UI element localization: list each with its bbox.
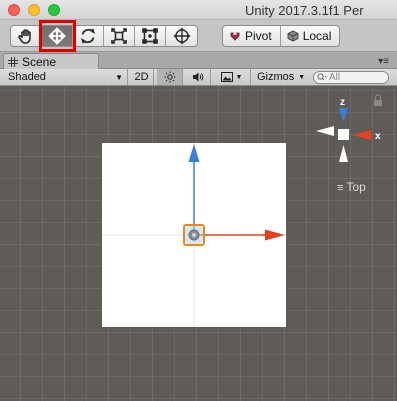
maximize-window-button[interactable] (48, 4, 60, 16)
hand-icon (18, 29, 31, 44)
lock-icon[interactable] (374, 94, 382, 106)
shading-mode-label: Shaded (8, 71, 46, 83)
gizmo-x-cone (352, 130, 371, 140)
transform-tool-button[interactable] (166, 26, 197, 46)
gizmo-z-label: z (340, 97, 345, 108)
title-bar: Unity 2017.3.1f1 Per (0, 0, 397, 20)
effects-dropdown[interactable]: ▼ (213, 69, 251, 85)
rect-icon (142, 28, 158, 44)
grid-icon (8, 56, 18, 67)
hand-tool-button[interactable] (11, 26, 42, 46)
gizmo-z-cone (339, 108, 348, 122)
image-icon (220, 72, 233, 82)
scene-view-toolbar: Shaded ▼ 2D ▼ Gizmos ▼ All (0, 69, 397, 86)
2d-toggle-button[interactable]: 2D (130, 69, 154, 85)
scene-viewport[interactable]: z x ≡ Top (0, 86, 397, 401)
tab-menu-button[interactable]: ▾≡ (378, 56, 389, 67)
lighting-toggle-button[interactable] (157, 69, 183, 85)
dropdown-arrow-icon: ▼ (115, 72, 123, 82)
shading-mode-dropdown[interactable]: Shaded ▼ (0, 69, 128, 85)
gizmo-center-cube (338, 129, 349, 140)
dropdown-arrow-icon: ▼ (235, 73, 243, 81)
transform-tools-group (10, 25, 198, 47)
pivot-label: Pivot (245, 29, 272, 43)
rotate-icon (80, 28, 96, 44)
window-title: Unity 2017.3.1f1 Per (245, 3, 364, 18)
search-placeholder: All (329, 72, 341, 83)
pivot-button[interactable]: Pivot (223, 26, 281, 46)
minimize-window-button[interactable] (28, 4, 40, 16)
gizmo-neg-z-cone (339, 145, 348, 162)
local-button[interactable]: Local (281, 26, 340, 46)
center-move-handle[interactable] (183, 224, 205, 246)
menu-lines-icon: ≡ (337, 182, 344, 194)
tab-scene-label: Scene (22, 54, 57, 69)
view-orientation-label[interactable]: ≡ Top (337, 180, 366, 194)
rect-tool-button[interactable] (135, 26, 166, 46)
gizmo-x-label: x (375, 131, 381, 142)
local-cube-icon (287, 30, 299, 42)
transform-icon (172, 27, 191, 45)
dropdown-arrow-icon: ▼ (298, 73, 306, 81)
speaker-icon (192, 72, 203, 82)
gizmos-dropdown[interactable]: Gizmos ▼ (253, 69, 308, 85)
close-window-button[interactable] (8, 4, 20, 16)
pivot-icon (230, 32, 240, 41)
gizmos-label: Gizmos (257, 71, 295, 83)
pivot-toggle-group: Pivot Local (222, 25, 341, 47)
move-tool-button[interactable] (42, 26, 73, 46)
search-icon (317, 73, 327, 81)
rotate-tool-button[interactable] (73, 26, 104, 46)
move-arrows-icon (48, 27, 66, 45)
z-axis-handle[interactable] (188, 144, 200, 235)
hierarchy-search-input[interactable]: All (313, 71, 389, 84)
gizmo-layer: z x (102, 94, 382, 327)
tab-row: Scene ▾≡ (0, 52, 397, 69)
scale-icon (111, 28, 127, 44)
tab-scene[interactable]: Scene (3, 53, 99, 69)
main-toolbar: Pivot Local (0, 20, 397, 52)
orientation-gizmo[interactable]: z x (316, 97, 381, 162)
sun-icon (164, 71, 175, 83)
gizmo-neg-x-cone (316, 126, 334, 136)
local-label: Local (302, 29, 332, 43)
x-axis-handle[interactable] (194, 229, 285, 241)
view-orientation-text: Top (346, 180, 366, 194)
audio-toggle-button[interactable] (185, 69, 211, 85)
scale-tool-button[interactable] (104, 26, 135, 46)
